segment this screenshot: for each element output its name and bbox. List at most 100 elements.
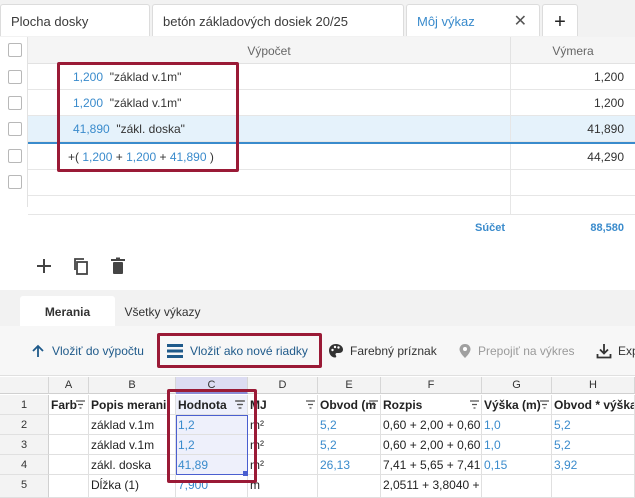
- color-cell[interactable]: [49, 475, 89, 498]
- vymera-cell: 44,290: [587, 150, 624, 164]
- measurement-ribbon: Vložiť do výpočtu Vložiť ako nové riadky…: [0, 326, 635, 376]
- height-cell[interactable]: [482, 475, 552, 498]
- unit-cell[interactable]: m²: [248, 455, 318, 475]
- unit-cell[interactable]: m: [248, 475, 318, 498]
- export-button[interactable]: Exp: [596, 340, 635, 362]
- row-checkbox[interactable]: [8, 70, 22, 84]
- sheet-corner[interactable]: [0, 377, 49, 394]
- sum-formula-row[interactable]: +( 1,200 + 1,200 + 41,890 ) 44,290: [28, 142, 635, 170]
- tab-label: Plocha dosky: [11, 14, 89, 29]
- perimeter-times-height-cell[interactable]: [552, 475, 635, 498]
- column-letter[interactable]: A: [49, 377, 89, 394]
- perimeter-cell[interactable]: 5,2: [318, 435, 381, 455]
- button-label: Exp: [618, 344, 635, 358]
- breakdown-cell[interactable]: 2,0511 + 3,8040 +: [381, 475, 482, 498]
- trash-icon[interactable]: [108, 256, 128, 276]
- height-cell[interactable]: 1,0: [482, 435, 552, 455]
- row-checkbox[interactable]: [8, 96, 22, 110]
- column-letter[interactable]: E: [318, 377, 381, 394]
- empty-row[interactable]: [28, 170, 635, 196]
- document-tab-bar: Plocha dosky betón základových dosiek 20…: [0, 0, 635, 37]
- column-header-vymera[interactable]: Výmera: [511, 37, 635, 64]
- row-number[interactable]: 4: [0, 455, 49, 475]
- row-number[interactable]: 2: [0, 415, 49, 435]
- sheet-header-cell[interactable]: Popis merani: [89, 395, 176, 415]
- color-cell[interactable]: [49, 435, 89, 455]
- row-checkbox[interactable]: [8, 149, 22, 163]
- perimeter-cell[interactable]: 5,2: [318, 415, 381, 435]
- unit-cell[interactable]: m²: [248, 415, 318, 435]
- description-cell[interactable]: základ v.1m: [89, 415, 176, 435]
- insert-into-calculation-button[interactable]: Vložiť do výpočtu: [30, 340, 144, 362]
- unit-cell[interactable]: m²: [248, 435, 318, 455]
- tab-label: Môj výkaz: [417, 14, 475, 29]
- row-checkbox[interactable]: [8, 122, 22, 136]
- grid-header: Výpočet Výmera: [28, 37, 635, 64]
- perimeter-times-height-cell[interactable]: 3,92: [552, 455, 635, 475]
- column-header-vypocet[interactable]: Výpočet: [28, 37, 511, 64]
- row-checkbox[interactable]: [8, 175, 22, 189]
- column-letter[interactable]: G: [482, 377, 552, 394]
- filter-icon[interactable]: [76, 400, 85, 409]
- copy-icon[interactable]: [71, 256, 91, 276]
- add-tab-button[interactable]: +: [542, 4, 578, 36]
- calculation-row-selected[interactable]: 41,890 "zákl. doska" 41,890: [28, 116, 635, 142]
- perimeter-times-height-cell[interactable]: 5,2: [552, 415, 635, 435]
- breakdown-cell[interactable]: 0,60 + 2,00 + 0,60: [381, 415, 482, 435]
- row-number[interactable]: 3: [0, 435, 49, 455]
- row-number[interactable]: 5: [0, 475, 49, 498]
- add-icon[interactable]: [34, 256, 54, 276]
- tab-vsetky-vykazy[interactable]: Všetky výkazy: [115, 296, 210, 326]
- calculation-row[interactable]: 1,200 "základ v.1m" 1,200: [28, 64, 635, 90]
- filter-icon[interactable]: [306, 400, 315, 409]
- vymera-cell: 1,200: [593, 96, 624, 110]
- calc-text: "základ v.1m": [109, 96, 182, 110]
- filter-icon[interactable]: [540, 400, 549, 409]
- tab-merania[interactable]: Merania: [20, 296, 115, 326]
- filter-icon[interactable]: [235, 400, 244, 409]
- tab-beton-zakladovych-dosiek[interactable]: betón základových dosiek 20/25: [152, 4, 404, 36]
- perimeter-cell[interactable]: 26,13: [318, 455, 381, 475]
- perimeter-times-height-cell[interactable]: 5,2: [552, 435, 635, 455]
- height-cell[interactable]: 1,0: [482, 415, 552, 435]
- tab-plocha-dosky[interactable]: Plocha dosky: [0, 4, 150, 36]
- perimeter-cell[interactable]: [318, 475, 381, 498]
- filter-icon[interactable]: [369, 400, 378, 409]
- column-letter[interactable]: C: [176, 377, 248, 394]
- calc-number: 41,890: [73, 122, 110, 136]
- vymera-cell: 1,200: [593, 70, 624, 84]
- color-cell[interactable]: [49, 455, 89, 475]
- tab-moj-vykaz[interactable]: Môj výkaz ✕: [406, 4, 540, 36]
- calculation-row[interactable]: 1,200 "základ v.1m" 1,200: [28, 90, 635, 116]
- description-cell[interactable]: Dĺžka (1): [89, 475, 176, 498]
- column-letter[interactable]: F: [381, 377, 482, 394]
- height-cell[interactable]: 0,15: [482, 455, 552, 475]
- row-number[interactable]: 1: [0, 395, 49, 415]
- calc-cell: +( 1,200 + 1,200 + 41,890 ): [28, 144, 511, 170]
- value-cell[interactable]: 7,900: [176, 475, 248, 498]
- fill-handle[interactable]: [243, 471, 248, 476]
- value-cell[interactable]: 1,2: [176, 435, 248, 455]
- value-cell[interactable]: 1,2: [176, 415, 248, 435]
- description-cell[interactable]: základ v.1m: [89, 435, 176, 455]
- sheet-header-cell[interactable]: Obvod * výška: [552, 395, 635, 415]
- header-text: Popis merani: [91, 398, 167, 412]
- column-letter[interactable]: B: [89, 377, 176, 394]
- arrow-up-icon: [32, 344, 44, 357]
- insert-as-new-rows-button[interactable]: Vložiť ako nové riadky: [166, 340, 308, 362]
- calc-cell: 1,200 "základ v.1m": [28, 90, 511, 116]
- sheet-header-cell[interactable]: Rozpis: [381, 395, 482, 415]
- palette-icon: [329, 344, 343, 358]
- column-letter[interactable]: D: [248, 377, 318, 394]
- value-cell[interactable]: 41,89: [176, 455, 248, 475]
- link-to-drawing-button[interactable]: Prepojiť na výkres: [458, 340, 575, 362]
- select-all-checkbox[interactable]: [8, 43, 22, 57]
- filter-icon[interactable]: [470, 400, 479, 409]
- close-icon[interactable]: ✕: [514, 11, 527, 31]
- color-cell[interactable]: [49, 415, 89, 435]
- description-cell[interactable]: zákl. doska: [89, 455, 176, 475]
- column-letter[interactable]: H: [552, 377, 635, 394]
- breakdown-cell[interactable]: 0,60 + 2,00 + 0,60: [381, 435, 482, 455]
- breakdown-cell[interactable]: 7,41 + 5,65 + 7,41: [381, 455, 482, 475]
- color-flag-button[interactable]: Farebný príznak: [328, 340, 437, 362]
